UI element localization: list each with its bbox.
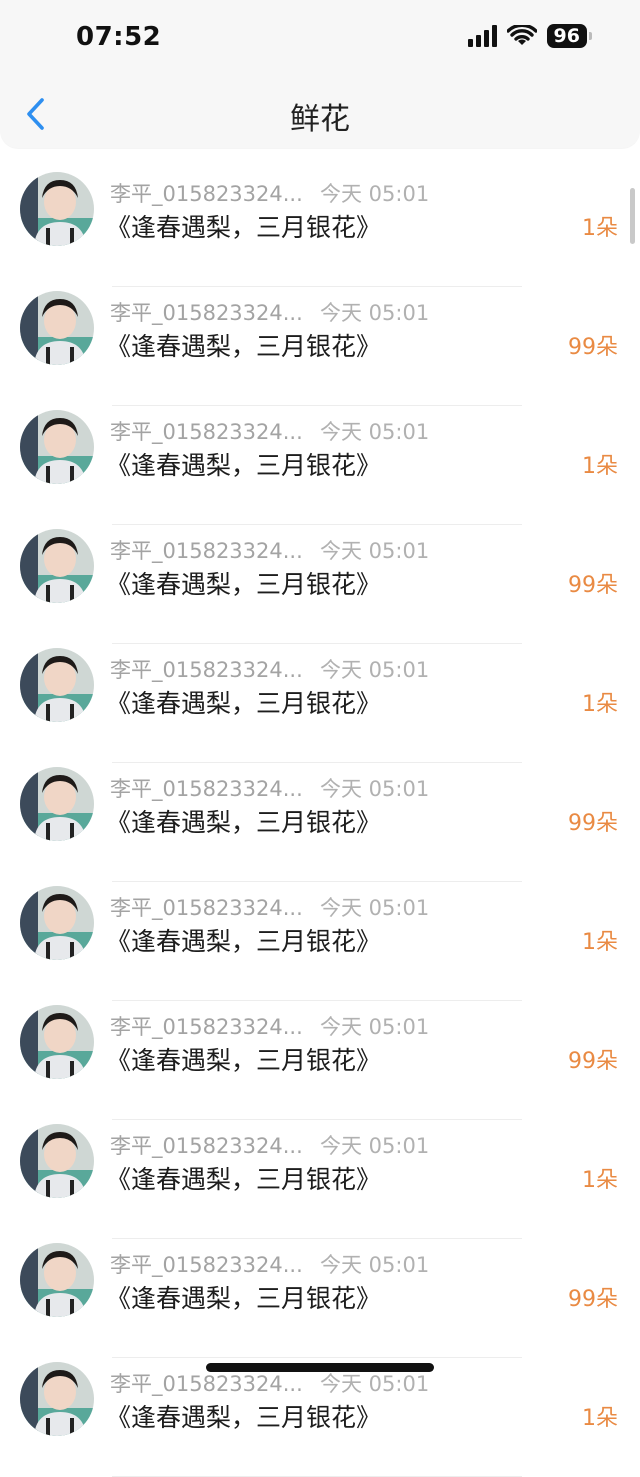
avatar[interactable] (20, 1005, 94, 1079)
avatar[interactable] (20, 1243, 94, 1317)
sender-name: 李平_015823324... (110, 539, 303, 563)
timestamp: 今天 05:01 (320, 182, 430, 206)
timestamp: 今天 05:01 (320, 420, 430, 444)
timestamp: 今天 05:01 (320, 539, 430, 563)
gift-title: 《逢春遇梨，三月银花》 (106, 1403, 382, 1432)
flower-count: 1朵 (582, 1406, 618, 1431)
sender-name: 李平_015823324... (110, 1134, 303, 1158)
gift-title: 《逢春遇梨，三月银花》 (106, 213, 382, 242)
avatar[interactable] (20, 291, 94, 365)
flower-count: 1朵 (582, 216, 618, 241)
list-item[interactable]: 李平_015823324... 今天 05:01 《逢春遇梨，三月银花》 1朵 (0, 406, 640, 525)
avatar[interactable] (20, 886, 94, 960)
flower-count: 99朵 (568, 335, 618, 360)
cellular-signal-icon (467, 25, 497, 47)
list-item[interactable]: 李平_015823324... 今天 05:01 《逢春遇梨，三月银花》 1朵 (0, 168, 640, 287)
sender-name: 李平_015823324... (110, 1015, 303, 1039)
list-item[interactable]: 李平_015823324... 今天 05:01 《逢春遇梨，三月银花》 99朵 (0, 1001, 640, 1120)
gift-title: 《逢春遇梨，三月银花》 (106, 689, 382, 718)
status-time: 07:52 (76, 22, 162, 52)
home-indicator[interactable] (206, 1363, 434, 1372)
gift-title: 《逢春遇梨，三月银花》 (106, 1165, 382, 1194)
timestamp: 今天 05:01 (320, 777, 430, 801)
avatar[interactable] (20, 529, 94, 603)
avatar[interactable] (20, 172, 94, 246)
flower-count: 99朵 (568, 573, 618, 598)
list-item[interactable]: 李平_015823324... 今天 05:01 《逢春遇梨，三月银花》 1朵 (0, 1358, 640, 1477)
gift-title: 《逢春遇梨，三月银花》 (106, 332, 382, 361)
avatar[interactable] (20, 767, 94, 841)
timestamp: 今天 05:01 (320, 301, 430, 325)
flower-count: 1朵 (582, 692, 618, 717)
gift-title: 《逢春遇梨，三月银花》 (106, 451, 382, 480)
sender-name: 李平_015823324... (110, 658, 303, 682)
sender-name: 李平_015823324... (110, 301, 303, 325)
timestamp: 今天 05:01 (320, 1253, 430, 1277)
gift-title: 《逢春遇梨，三月银花》 (106, 927, 382, 956)
sender-name: 李平_015823324... (110, 1253, 303, 1277)
list-item[interactable]: 李平_015823324... 今天 05:01 《逢春遇梨，三月银花》 1朵 (0, 644, 640, 763)
sender-name: 李平_015823324... (110, 182, 303, 206)
status-icons: 96 (467, 24, 592, 48)
sender-name: 李平_015823324... (110, 777, 303, 801)
flower-count: 1朵 (582, 930, 618, 955)
timestamp: 今天 05:01 (320, 1134, 430, 1158)
top-bar: 07:52 96 鲜花 (0, 0, 640, 148)
list-item[interactable]: 李平_015823324... 今天 05:01 《逢春遇梨，三月银花》 1朵 (0, 882, 640, 1001)
sender-name: 李平_015823324... (110, 896, 303, 920)
avatar[interactable] (20, 1124, 94, 1198)
timestamp: 今天 05:01 (320, 658, 430, 682)
flower-count: 99朵 (568, 811, 618, 836)
list-item[interactable]: 李平_015823324... 今天 05:01 《逢春遇梨，三月银花》 99朵 (0, 287, 640, 406)
list-item[interactable]: 李平_015823324... 今天 05:01 《逢春遇梨，三月银花》 99朵 (0, 1239, 640, 1358)
avatar[interactable] (20, 1362, 94, 1436)
gift-title: 《逢春遇梨，三月银花》 (106, 808, 382, 837)
avatar[interactable] (20, 410, 94, 484)
flower-count: 99朵 (568, 1049, 618, 1074)
gift-title: 《逢春遇梨，三月银花》 (106, 570, 382, 599)
battery-icon: 96 (546, 24, 592, 48)
flower-count: 1朵 (582, 1168, 618, 1193)
timestamp: 今天 05:01 (320, 896, 430, 920)
flower-count: 99朵 (568, 1287, 618, 1312)
timestamp: 今天 05:01 (320, 1372, 430, 1396)
timestamp: 今天 05:01 (320, 1015, 430, 1039)
gift-title: 《逢春遇梨，三月银花》 (106, 1046, 382, 1075)
battery-level: 96 (546, 24, 587, 48)
page-title: 鲜花 (290, 102, 350, 137)
flower-count: 1朵 (582, 454, 618, 479)
avatar[interactable] (20, 648, 94, 722)
list-item[interactable]: 李平_015823324... 今天 05:01 《逢春遇梨，三月银花》 1朵 (0, 1120, 640, 1239)
wifi-icon (506, 25, 537, 45)
list-item[interactable]: 李平_015823324... 今天 05:01 《逢春遇梨，三月银花》 99朵 (0, 525, 640, 644)
gift-title: 《逢春遇梨，三月银花》 (106, 1284, 382, 1313)
sender-name: 李平_015823324... (110, 1372, 303, 1396)
list-item[interactable]: 李平_015823324... 今天 05:01 《逢春遇梨，三月银花》 99朵 (0, 763, 640, 882)
gift-record-list: 李平_015823324... 今天 05:01 《逢春遇梨，三月银花》 1朵 … (0, 168, 640, 1477)
sender-name: 李平_015823324... (110, 420, 303, 444)
scroll-indicator[interactable] (630, 188, 635, 244)
